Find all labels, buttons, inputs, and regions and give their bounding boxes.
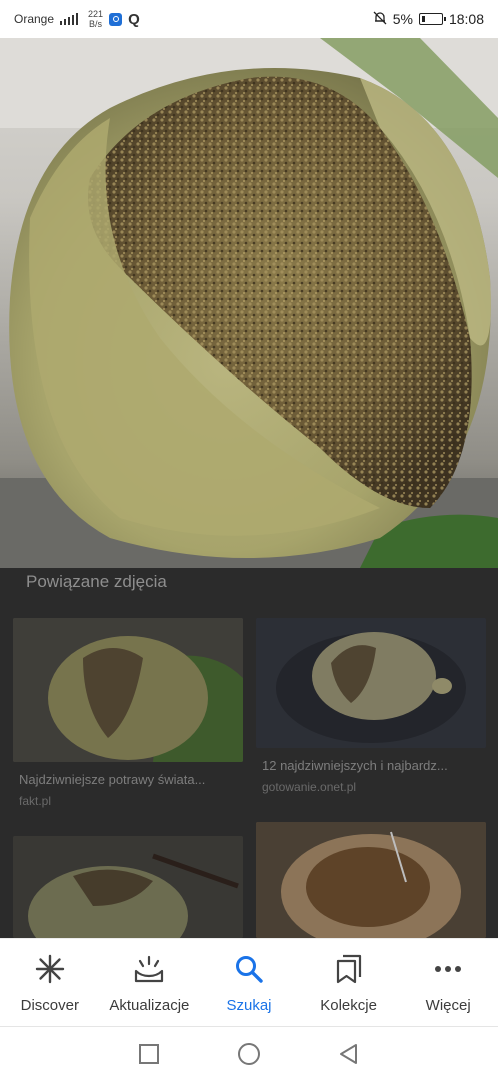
related-card[interactable] xyxy=(13,836,243,938)
related-card[interactable]: 12 najdziwniejszych i najbardz... gotowa… xyxy=(256,618,486,818)
related-card-source: gotowanie.onet.pl xyxy=(262,780,357,794)
related-card[interactable] xyxy=(256,822,486,938)
related-card-thumbnail xyxy=(13,836,243,938)
nav-collections[interactable]: Kolekcje xyxy=(299,939,399,1026)
nav-updates[interactable]: Aktualizacje xyxy=(100,939,200,1026)
search-icon xyxy=(233,953,265,985)
battery-percent: 5% xyxy=(392,11,413,27)
related-card-thumbnail xyxy=(13,618,243,762)
nav-more[interactable]: Więcej xyxy=(398,939,498,1026)
related-card-title: 12 najdziwniejszych i najbardz... xyxy=(262,758,448,773)
network-speed-value: 221 xyxy=(88,9,104,19)
related-card-title: Najdziwniejsze potrawy świata... xyxy=(19,772,206,787)
home-button[interactable] xyxy=(237,1042,261,1066)
circle-icon xyxy=(238,1042,260,1065)
related-card[interactable]: Najdziwniejsze potrawy świata... fakt.pl xyxy=(13,618,243,818)
nav-discover[interactable]: Discover xyxy=(0,939,100,1026)
back-button[interactable] xyxy=(337,1042,361,1066)
status-left: Orange 221 B/s Q xyxy=(14,9,140,29)
related-images-section: Powiązane zdjęcia Najdziwniejsze potrawy… xyxy=(0,568,498,938)
related-card-thumbnail xyxy=(256,822,486,938)
q-notification-icon: Q xyxy=(128,10,140,28)
network-speed: 221 B/s xyxy=(88,9,103,29)
carrier-name: Orange xyxy=(14,12,55,26)
hero-image[interactable] xyxy=(0,38,498,568)
battery-icon xyxy=(418,13,446,25)
related-card-source: fakt.pl xyxy=(19,794,52,808)
mute-bell-icon xyxy=(373,11,387,28)
notification-app-icon xyxy=(109,12,123,26)
nav-search[interactable]: Szukaj xyxy=(199,939,299,1026)
status-bar: Orange 221 B/s Q 5% 18:08 xyxy=(0,0,498,38)
status-right: 5% 18:08 xyxy=(373,11,484,28)
system-navigation-bar xyxy=(0,1026,498,1080)
recent-apps-button[interactable] xyxy=(137,1042,161,1066)
related-images-title: Powiązane zdjęcia xyxy=(26,572,167,591)
collections-icon xyxy=(333,953,365,985)
triangle-back-icon xyxy=(340,1043,357,1064)
nav-label: Discover xyxy=(20,997,79,1014)
food-photo-illustration xyxy=(0,38,498,568)
asterisk-icon xyxy=(34,953,66,985)
bottom-navigation: Discover Aktualizacje Szukaj Kolekcje Wi… xyxy=(0,938,498,1026)
nav-label: Więcej xyxy=(425,997,471,1014)
square-icon xyxy=(139,1043,159,1064)
network-speed-unit: B/s xyxy=(89,19,103,29)
nav-label: Aktualizacje xyxy=(109,997,190,1014)
nav-label: Kolekcje xyxy=(320,997,377,1014)
more-icon xyxy=(432,953,464,985)
signal-icon xyxy=(60,13,79,25)
related-card-thumbnail xyxy=(256,618,486,748)
clock: 18:08 xyxy=(448,11,484,27)
nav-label: Szukaj xyxy=(226,997,272,1014)
updates-icon xyxy=(133,953,165,985)
